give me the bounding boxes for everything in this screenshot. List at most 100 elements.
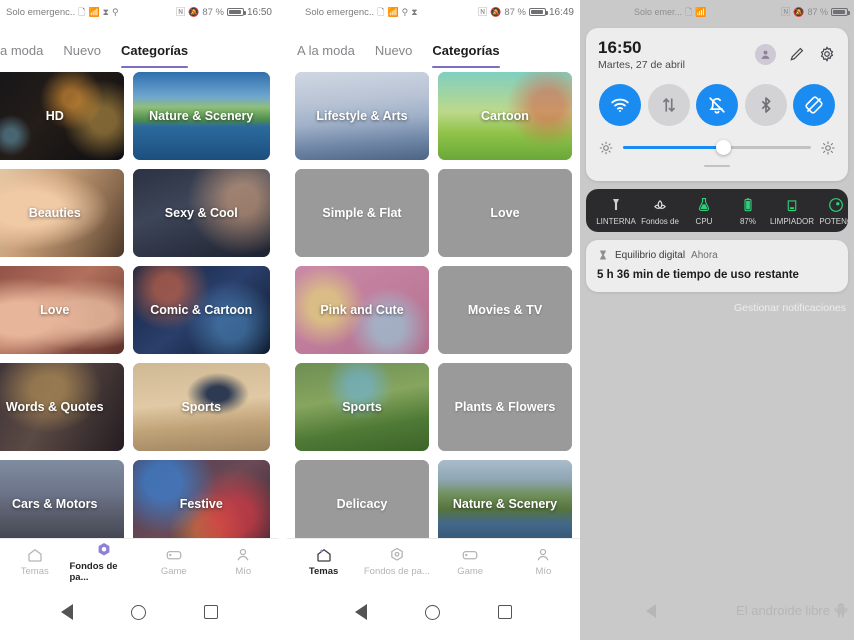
category-tile[interactable]: Cars & Motors [0,460,124,548]
shade-drag-handle[interactable] [704,164,730,168]
category-tile[interactable]: Sports [132,363,270,451]
shortcut-label: CPU [695,217,713,227]
category-tile[interactable]: Nature & Scenery [132,72,270,160]
status-bar-panel1: Solo emergenc.. 🗋 📶 ⧗ ⚲ 🄽 🔕 87 % 16:50 [0,0,278,24]
notification-shade-panel: Solo emer... 🗋 📶 🄽 🔕 87 % 16:50 Martes, … [580,0,854,640]
category-tile[interactable]: Festive [132,460,270,548]
category-tile[interactable]: Pink and Cute [295,266,429,354]
battery-percent-label: 87 % [504,6,526,18]
carrier-label: Solo emergenc.. [6,6,76,18]
shortcut-potenciador[interactable]: POTENC [814,196,848,226]
tile-label: Plants & Flowers [454,399,556,414]
notification-card[interactable]: Equilibrio digital Ahora 5 h 36 min de t… [586,240,848,293]
battery-icon [528,7,548,17]
recents-button[interactable] [203,605,218,619]
hourglass-icon [600,250,606,260]
wifi-icon: 📶 [88,6,100,17]
nav-label: Mío [535,566,552,577]
nav-item-fondos-de-pantalla[interactable]: Fondos de pa... [360,546,433,577]
nav-item-game[interactable]: Game [434,546,507,577]
category-tile[interactable]: Beauties [0,169,124,257]
rotation-lock-toggle[interactable] [793,83,835,126]
shortcut-limpiador[interactable]: LIMPIADOR [770,196,814,226]
mobile-data-toggle[interactable] [647,83,690,126]
nav-item-fondos-de-pantalla[interactable]: Fondos de pa... [70,541,140,583]
notification-app-name: Equilibrio digital [615,249,686,261]
edit-icon[interactable] [788,45,806,63]
bottom-nav-panel1: Temas Fondos de pa... Game Mío [0,538,278,584]
wifi-icon [611,98,629,112]
tile-label: Nature & Scenery [149,108,254,123]
nav-item-temas[interactable]: Temas [0,546,70,577]
nav-item-game[interactable]: Game [139,546,209,577]
shortcut-label: POTENC [819,217,848,227]
tab-a-la-moda[interactable]: a moda [0,43,43,68]
category-tile[interactable]: Love [438,169,572,257]
wifi-toggle[interactable] [599,83,641,126]
power-icon [829,198,843,212]
category-tile[interactable]: Delicacy [295,460,429,548]
category-tile[interactable]: Movies & TV [438,266,572,354]
recents-button[interactable] [498,605,512,619]
battery-icon [226,7,246,17]
nav-label: Temas [308,566,339,577]
clock-label: 16:49 [548,6,574,18]
battery-icon [744,198,752,212]
shortcut-cpu[interactable]: CPU [682,196,726,226]
category-tile[interactable]: HD [0,72,124,160]
slider-knob[interactable] [715,140,731,156]
tab-nuevo[interactable]: Nuevo [375,43,413,68]
wallpaper-icon [391,547,403,561]
battery-icon [831,7,850,17]
nav-label: Fondos de pa... [363,566,430,577]
category-tile[interactable]: Words & Quotes [0,363,124,451]
bluetooth-toggle[interactable] [744,83,787,126]
nav-item-temas[interactable]: Temas [287,546,360,577]
tab-categorias[interactable]: Categorías [120,43,189,68]
category-tile[interactable]: Cartoon [438,72,572,160]
tab-a-la-moda[interactable]: A la moda [297,43,355,68]
category-tile[interactable]: Nature & Scenery [438,460,572,548]
back-button[interactable] [60,604,73,620]
avatar[interactable] [755,43,776,65]
brightness-slider[interactable] [623,140,811,156]
nav-item-mio[interactable]: Mío [507,546,580,577]
back-button[interactable] [646,604,656,618]
shortcut-linterna[interactable]: LINTERNA [594,196,638,226]
home-button[interactable] [130,604,146,620]
watermark: El androide libre [736,602,848,618]
shortcut-fondos-de[interactable]: Fondos de [638,196,682,226]
manage-notifications-link[interactable]: Gestionar notificaciones [580,302,846,314]
quick-toggle-row [598,83,836,126]
nfc-icon: 🄽 [176,6,186,17]
tile-label: Simple & Flat [322,205,402,220]
category-tile[interactable]: Sexy & Cool [132,169,270,257]
nav-label: Game [160,566,187,577]
tile-label: Pink and Cute [320,302,404,317]
tile-label: Sports [181,399,222,414]
category-tile[interactable]: Lifestyle & Arts [295,72,429,160]
gear-icon[interactable] [818,45,836,63]
tab-bar-panel2: A la moda Nuevo Categorías [287,24,580,68]
nav-item-mio[interactable]: Mío [209,546,279,577]
tile-label: Nature & Scenery [452,496,558,511]
category-tile[interactable]: Simple & Flat [295,169,429,257]
home-button[interactable] [425,604,440,620]
nfc-icon: 🄽 [478,6,488,17]
category-tile[interactable]: Sports [295,363,429,451]
tile-label: Beauties [28,205,81,220]
wallpaper-icon [98,542,110,556]
tile-label: Movies & TV [467,302,543,317]
category-tile[interactable]: Plants & Flowers [438,363,572,451]
shortcut-label: LINTERNA [596,217,636,227]
shortcut-battery[interactable]: 87% [726,196,770,226]
category-tile[interactable]: Comic & Cartoon [132,266,270,354]
back-button[interactable] [355,604,367,620]
silent-toggle[interactable] [696,83,738,126]
tab-categorias[interactable]: Categorías [432,43,500,68]
battery-percent-label: 87 % [807,7,828,17]
category-tile[interactable]: Love [0,266,124,354]
vibrate-icon: 🔕 [188,6,200,17]
clock-block: 16:50 Martes, 27 de abril [598,38,685,71]
tab-nuevo[interactable]: Nuevo [63,43,101,68]
